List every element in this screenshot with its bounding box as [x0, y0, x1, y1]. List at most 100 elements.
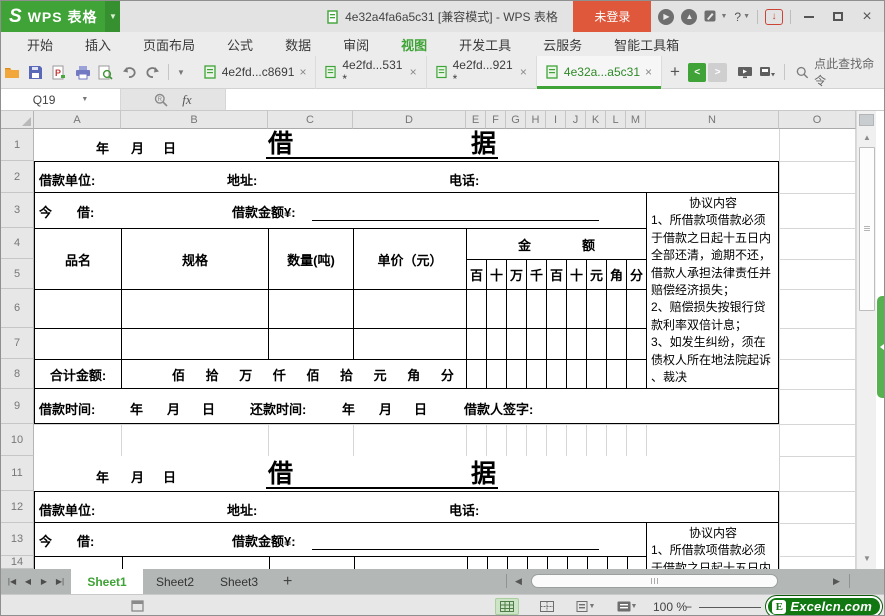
normal-view-button[interactable] — [495, 598, 519, 615]
column-header[interactable]: B — [121, 111, 268, 129]
document-tab[interactable]: 4e2fd...921 * × — [427, 55, 537, 89]
tab-view[interactable]: 视图 — [385, 32, 443, 56]
document-tab[interactable]: 4e2fd...c8691 × — [195, 55, 317, 89]
sync-icon[interactable]: ▶ — [658, 8, 675, 25]
row-header[interactable]: 4 — [1, 228, 34, 259]
column-header[interactable]: D — [353, 111, 466, 129]
new-document-tab-button[interactable]: + — [662, 62, 688, 82]
first-sheet-button[interactable]: |◀ — [5, 573, 19, 591]
scroll-left-button[interactable]: ◀ — [515, 569, 522, 594]
sheet-tab-sheet2[interactable]: Sheet2 — [143, 569, 207, 594]
column-header[interactable]: E — [466, 111, 486, 129]
tab-data[interactable]: 数据 — [269, 32, 327, 56]
add-sheet-button[interactable]: + — [283, 569, 292, 594]
zoom-slider[interactable] — [699, 607, 761, 608]
save-button[interactable] — [24, 60, 47, 84]
next-sheet-button[interactable]: ▶ — [37, 573, 51, 591]
tab-cloud[interactable]: 云服务 — [527, 32, 598, 56]
row-header[interactable]: 11 — [1, 456, 34, 491]
formula-input[interactable] — [226, 89, 884, 110]
scroll-down-button[interactable]: ▼ — [858, 550, 876, 567]
minimize-button[interactable] — [798, 7, 820, 27]
tab-scroll-left-button[interactable]: < — [687, 62, 707, 82]
reading-mode-button[interactable]: ▼ — [611, 598, 643, 615]
column-header[interactable]: O — [779, 111, 856, 129]
undo-button[interactable] — [118, 60, 141, 84]
document-tab-active[interactable]: 4e32a...a5c31 × — [536, 55, 663, 89]
column-header[interactable]: J — [566, 111, 586, 129]
save-all-button[interactable] — [756, 60, 779, 84]
command-search[interactable]: 点此查找命令 — [796, 55, 883, 89]
row-header[interactable]: 1 — [1, 129, 34, 161]
column-header[interactable]: G — [506, 111, 526, 129]
column-header[interactable]: N — [646, 111, 779, 129]
tab-home[interactable]: 开始 — [11, 32, 69, 56]
toolbar-more-button[interactable]: ▼ — [173, 60, 189, 84]
open-button[interactable] — [1, 60, 24, 84]
page-break-view-button[interactable] — [535, 598, 559, 615]
row-header[interactable]: 13 — [1, 523, 34, 556]
spreadsheet-grid[interactable]: A B C D E F G H I J K L M N O 1 2 3 4 5 … — [1, 111, 884, 569]
cell-name-box[interactable]: Q19 ▼ — [1, 89, 121, 110]
zoom-out-button[interactable]: − — [685, 600, 692, 614]
help-button[interactable]: ? ▼ — [734, 10, 750, 24]
row-header[interactable]: 10 — [1, 424, 34, 456]
skin-button[interactable]: ▼ — [704, 10, 727, 23]
close-tab-button[interactable]: × — [645, 65, 652, 79]
insert-function-button[interactable]: fx — [182, 92, 191, 108]
row-header[interactable]: 14 — [1, 556, 34, 569]
column-header[interactable]: F — [486, 111, 506, 129]
scroll-right-button[interactable]: ▶ — [833, 569, 840, 594]
column-header[interactable]: M — [626, 111, 646, 129]
update-icon[interactable]: ▲ — [681, 8, 698, 25]
column-header[interactable]: H — [526, 111, 546, 129]
vertical-scroll-thumb[interactable] — [859, 147, 875, 311]
page-layout-view-button[interactable]: ▼ — [569, 598, 601, 615]
row-header[interactable]: 3 — [1, 193, 34, 228]
present-button[interactable] — [733, 60, 756, 84]
close-tab-button[interactable]: × — [410, 65, 417, 79]
print-preview-button[interactable] — [94, 60, 117, 84]
sidebar-collapse-handle[interactable] — [877, 296, 884, 398]
column-header[interactable]: L — [606, 111, 626, 129]
horizontal-scroll-thumb[interactable] — [531, 574, 778, 588]
sheet-tab-sheet3[interactable]: Sheet3 — [207, 569, 271, 594]
document-tab[interactable]: 4e2fd...531 * × — [316, 55, 427, 89]
row-header[interactable]: 8 — [1, 359, 34, 389]
zoom-magnifier-icon[interactable]: R — [154, 93, 168, 107]
previous-sheet-button[interactable]: ◀ — [21, 573, 35, 591]
last-sheet-button[interactable]: ▶| — [53, 573, 67, 591]
split-handle[interactable] — [859, 114, 874, 126]
select-all-corner[interactable] — [1, 111, 34, 129]
print-button[interactable] — [71, 60, 94, 84]
column-header[interactable]: C — [268, 111, 353, 129]
tab-page-layout[interactable]: 页面布局 — [127, 32, 211, 56]
redo-button[interactable] — [141, 60, 164, 84]
chevron-down-icon[interactable]: ▼ — [105, 1, 121, 32]
download-icon[interactable]: ↓ — [765, 8, 783, 25]
login-button[interactable]: 未登录 — [573, 1, 652, 32]
row-header[interactable]: 9 — [1, 389, 34, 424]
tab-developer[interactable]: 开发工具 — [443, 32, 527, 56]
column-header[interactable]: I — [546, 111, 566, 129]
close-button[interactable]: × — [856, 7, 878, 27]
wps-menu-button[interactable]: S WPS 表格 ▼ — [1, 1, 121, 32]
data-form-icon[interactable] — [129, 599, 145, 613]
sheet-tab-sheet1[interactable]: Sheet1 — [71, 569, 143, 594]
row-header[interactable]: 5 — [1, 259, 34, 289]
tab-scroll-right-button[interactable]: > — [708, 62, 727, 82]
tab-review[interactable]: 审阅 — [327, 32, 385, 56]
maximize-button[interactable] — [827, 7, 849, 27]
close-tab-button[interactable]: × — [520, 65, 527, 79]
close-tab-button[interactable]: × — [299, 65, 306, 79]
vertical-scrollbar[interactable]: ▲ ▼ — [856, 111, 876, 569]
column-header[interactable]: A — [34, 111, 121, 129]
column-header[interactable]: K — [586, 111, 606, 129]
row-header[interactable]: 6 — [1, 289, 34, 328]
tab-smart-toolbox[interactable]: 智能工具箱 — [598, 32, 695, 56]
tab-formulas[interactable]: 公式 — [211, 32, 269, 56]
row-header[interactable]: 12 — [1, 491, 34, 523]
row-header[interactable]: 2 — [1, 161, 34, 193]
export-pdf-button[interactable]: P — [48, 60, 71, 84]
tab-insert[interactable]: 插入 — [69, 32, 127, 56]
